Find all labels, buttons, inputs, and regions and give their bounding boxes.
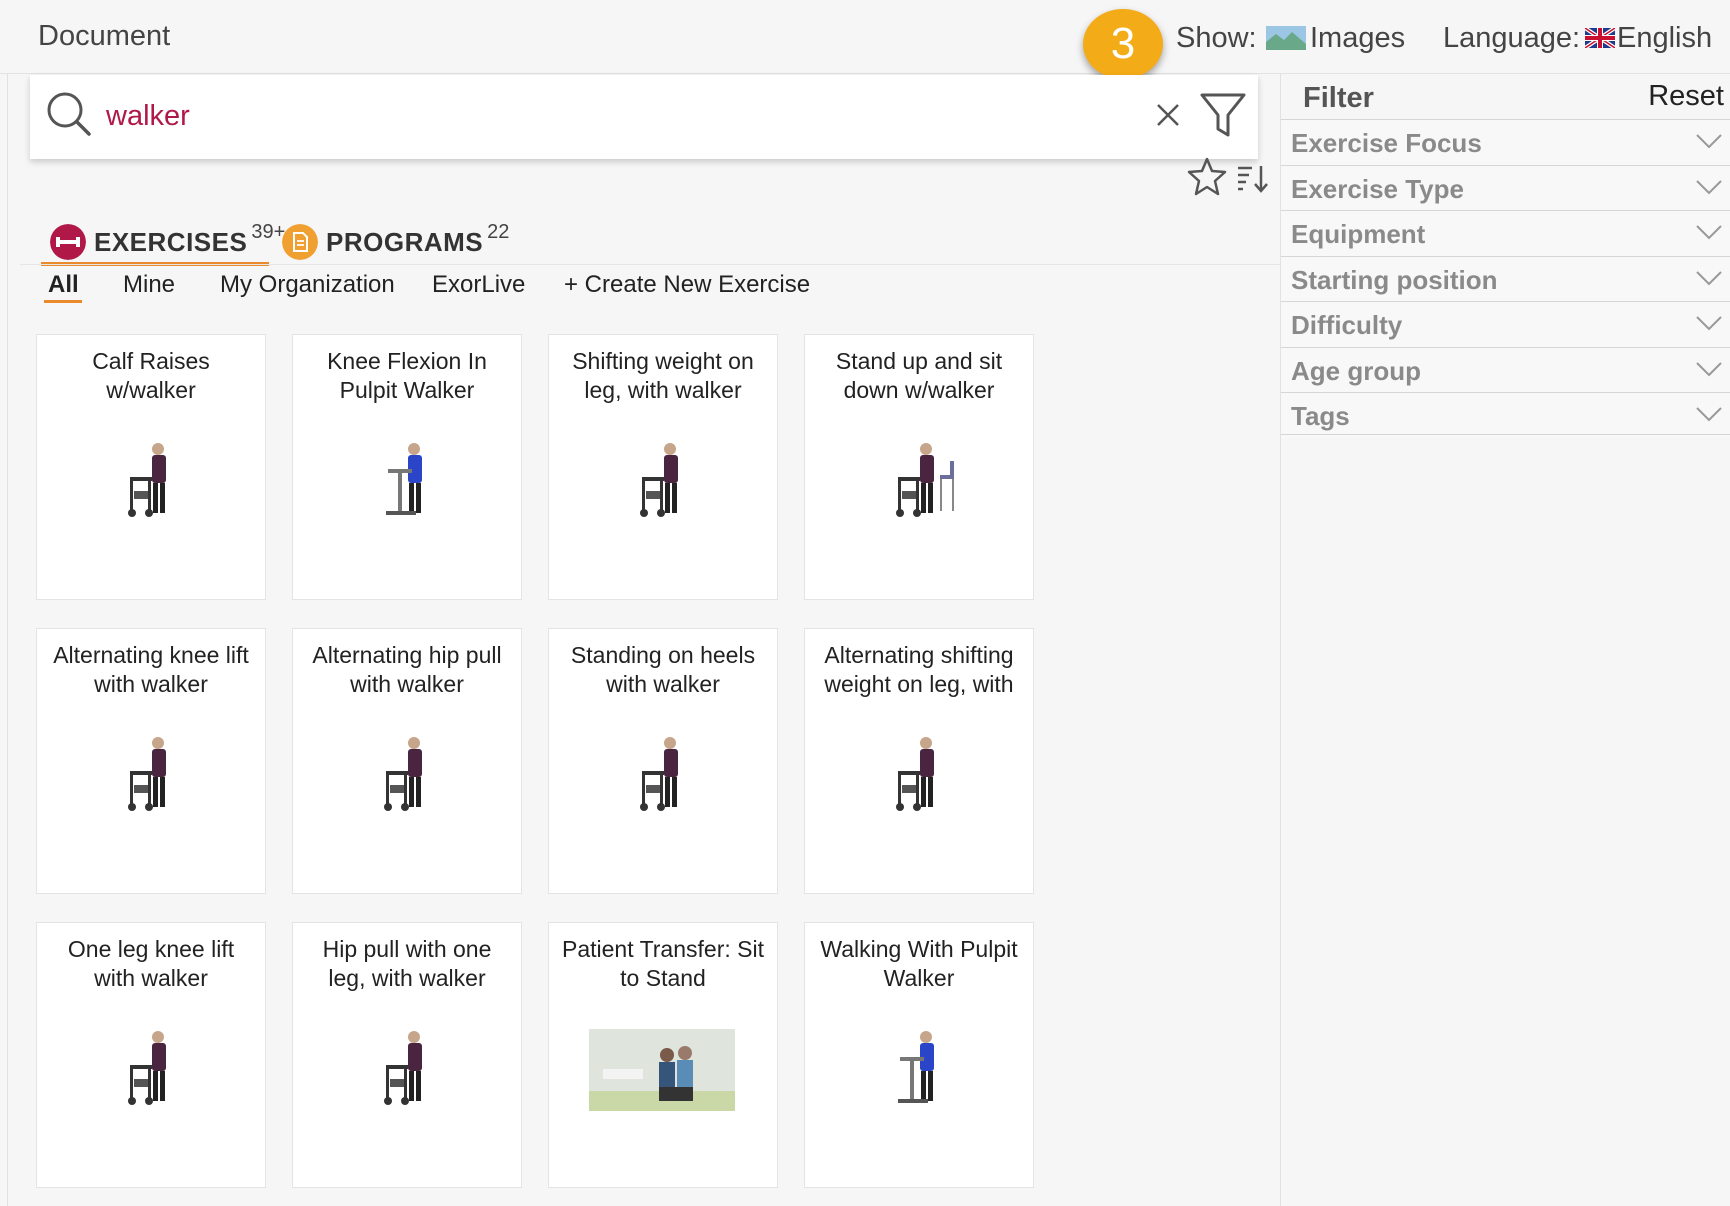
show-label: Show:: [1176, 22, 1257, 54]
exercise-thumbnail: [589, 1029, 735, 1111]
exercise-title: Calf Raises w/walker: [92, 348, 210, 403]
exercise-title: Shifting weight on leg, with walker: [572, 348, 754, 403]
exercise-thumbnail: [92, 729, 212, 829]
show-images-toggle[interactable]: Images: [1266, 22, 1405, 54]
exercise-card[interactable]: Walking With Pulpit Walker: [804, 922, 1034, 1188]
search-input[interactable]: [106, 91, 1126, 141]
top-bar: Document 3 Show: Images Language: Englis…: [0, 0, 1730, 79]
exercise-title: Alternating hip pull with walker: [312, 642, 502, 697]
chevron-down-icon: [1696, 179, 1722, 194]
uk-flag-icon: [1585, 28, 1615, 48]
exercise-title: Alternating shifting weight on leg, with: [824, 642, 1014, 697]
exercise-card[interactable]: Knee Flexion In Pulpit Walker: [292, 334, 522, 600]
show-images-label: Images: [1310, 21, 1406, 54]
exercise-thumbnail: [348, 1023, 468, 1123]
filter-label: Exercise Type: [1291, 173, 1464, 204]
filter-exercise-type[interactable]: Exercise Type: [1281, 164, 1730, 211]
filter-starting-position[interactable]: Starting position: [1281, 255, 1730, 302]
exercise-thumbnail: [92, 435, 212, 535]
filter-panel: Filter Reset Exercise Focus Exercise Type…: [1280, 74, 1730, 1206]
exercise-title: Walking With Pulpit Walker: [820, 936, 1018, 991]
exercise-title: Knee Flexion In Pulpit Walker: [327, 348, 487, 403]
filter-label: Starting position: [1291, 264, 1498, 295]
exercise-card[interactable]: One leg knee lift with walker: [36, 922, 266, 1188]
tab-programs[interactable]: PROGRAMS 22: [282, 220, 509, 264]
chevron-down-icon: [1696, 134, 1722, 149]
chevron-down-icon: [1696, 270, 1722, 285]
language-value: English: [1617, 21, 1713, 54]
tabs-divider: [20, 264, 1282, 265]
filter-equipment[interactable]: Equipment: [1281, 210, 1730, 256]
filter-age-group[interactable]: Age group: [1281, 346, 1730, 393]
exercise-thumbnail: [604, 435, 724, 535]
subtab-all[interactable]: All: [48, 271, 79, 299]
image-icon: [1266, 26, 1306, 50]
filter-difficulty[interactable]: Difficulty: [1281, 301, 1730, 347]
exercise-title: Hip pull with one leg, with walker: [322, 936, 492, 991]
document-icon: [282, 224, 318, 260]
language-label: Language:: [1443, 22, 1581, 54]
tab-exercises-count: 39+: [251, 220, 286, 243]
exercise-card[interactable]: Patient Transfer: Sit to Stand: [548, 922, 778, 1188]
exercise-card[interactable]: Alternating hip pull with walker: [292, 628, 522, 894]
tab-exercises[interactable]: EXERCISES 39+: [50, 220, 285, 264]
exercise-thumbnail: [860, 729, 980, 829]
filter-label: Difficulty: [1291, 310, 1403, 340]
exercise-card[interactable]: Calf Raises w/walker: [36, 334, 266, 600]
sort-icon[interactable]: [1236, 164, 1270, 194]
exercise-title: Patient Transfer: Sit to Stand: [562, 936, 764, 991]
search-icon: [47, 92, 91, 136]
tab-exercises-label: EXERCISES: [94, 226, 248, 257]
exercise-title: Stand up and sit down w/walker: [835, 348, 1003, 403]
exercise-thumbnail: [604, 729, 724, 829]
filter-label: Equipment: [1291, 219, 1426, 249]
filter-divider: [1281, 434, 1730, 435]
dumbbell-icon: [50, 224, 86, 260]
close-icon[interactable]: [1150, 97, 1186, 133]
exercise-card[interactable]: Shifting weight on leg, with walker: [548, 334, 778, 600]
filter-title: Filter: [1303, 82, 1374, 114]
search-bar: [30, 75, 1258, 159]
exercise-card[interactable]: Stand up and sit down w/walker: [804, 334, 1034, 600]
exercise-thumbnail: [92, 1023, 212, 1123]
filter-reset-button[interactable]: Reset: [1648, 80, 1724, 113]
exercise-thumbnail: [348, 435, 468, 535]
chevron-down-icon: [1696, 316, 1722, 331]
filter-label: Exercise Focus: [1291, 128, 1482, 158]
language-selector[interactable]: English: [1585, 22, 1712, 54]
favorite-star-icon[interactable]: [1186, 156, 1228, 198]
filter-funnel-icon[interactable]: [1198, 89, 1248, 141]
active-subtab-indicator: [44, 300, 82, 303]
chevron-down-icon: [1696, 225, 1722, 240]
subtab-my-organization[interactable]: My Organization: [220, 271, 395, 299]
exercise-thumbnail: [860, 1023, 980, 1123]
left-rail: [0, 74, 8, 1206]
step-badge: 3: [1083, 9, 1163, 79]
subtab-mine[interactable]: Mine: [123, 271, 175, 299]
exercise-thumbnail: [860, 435, 980, 535]
subtab-exorlive[interactable]: ExorLive: [432, 271, 525, 299]
filter-label: Tags: [1291, 401, 1350, 431]
exercise-card[interactable]: Hip pull with one leg, with walker: [292, 922, 522, 1188]
document-title: Document: [38, 20, 171, 52]
filter-label: Age group: [1291, 355, 1421, 386]
exercise-card[interactable]: Alternating knee lift with walker: [36, 628, 266, 894]
exercise-title: Alternating knee lift with walker: [53, 642, 249, 697]
exercise-card[interactable]: Standing on heels with walker: [548, 628, 778, 894]
create-new-exercise-link[interactable]: + Create New Exercise: [564, 271, 810, 299]
exercise-card[interactable]: Alternating shifting weight on leg, with: [804, 628, 1034, 894]
tab-programs-count: 22: [487, 220, 510, 243]
tab-programs-label: PROGRAMS: [326, 226, 484, 257]
chevron-down-icon: [1696, 407, 1722, 422]
chevron-down-icon: [1696, 361, 1722, 376]
filter-exercise-focus[interactable]: Exercise Focus: [1281, 119, 1730, 165]
exercise-title: One leg knee lift with walker: [67, 936, 235, 991]
exercise-thumbnail: [348, 729, 468, 829]
exercise-title: Standing on heels with walker: [570, 642, 756, 697]
filter-tags[interactable]: Tags: [1281, 392, 1730, 438]
